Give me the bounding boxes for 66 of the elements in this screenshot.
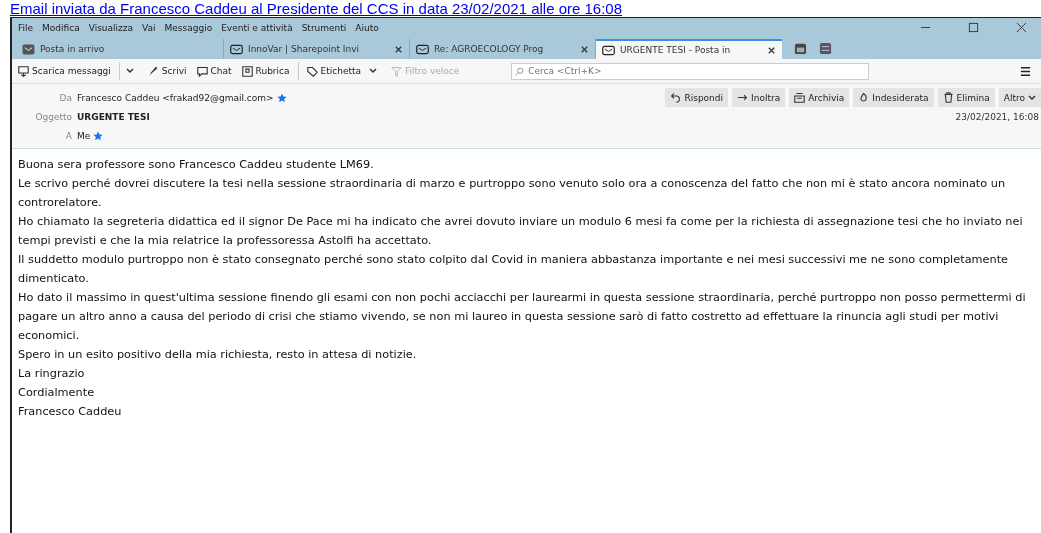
speech-bubble-icon — [196, 65, 208, 77]
tag-icon — [306, 65, 318, 77]
action-button[interactable]: Rispondi — [665, 88, 729, 107]
action-button[interactable]: Indesiderata — [853, 88, 934, 107]
search-field[interactable]: Cerca <Ctrl+K> — [511, 62, 870, 80]
message-paragraph: Buona sera professore sono Francesco Caddeu studente LM69. — [18, 157, 375, 173]
menu-item[interactable]: Eventi e attività — [221, 22, 293, 33]
inbox-icon — [22, 43, 35, 55]
download-icon — [18, 65, 29, 77]
message-paragraph: Spero in un esito positivo della mia richiesta, resto in attesa di notizie. — [18, 347, 418, 363]
dropdown-caret-icon[interactable] — [125, 68, 134, 74]
trash-icon — [942, 92, 954, 103]
menu-item[interactable]: Strumenti — [301, 22, 347, 33]
close-icon[interactable] — [767, 45, 776, 55]
menu-item[interactable]: Aiuto — [355, 22, 379, 33]
close-icon[interactable] — [580, 44, 589, 54]
envelope-icon — [416, 43, 429, 55]
subject-text: URGENTE TESI — [77, 111, 150, 122]
message-paragraph: Ho dato il massimo in quest'ultima sessione finendo gli esami con non pochi acciacchi per laurearmi in questa sessione straordinaria, perché purtroppo non posso permettermi di pagare un altro anno a causa del periodo di crisi che stiamo vivendo, se non mi laureo in questa sessione sarò di fatto costretto ad effettuare la rinuncia agli studi per motivi economici. — [18, 290, 1027, 344]
message-date: 23/02/2021, 16:08 — [955, 111, 1039, 122]
toolbar-button[interactable]: Scrivi — [145, 65, 189, 77]
archive-box-icon — [794, 92, 806, 103]
envelope-icon — [602, 44, 615, 56]
message-paragraph: Ho chiamato la segreteria didattica ed il signor De Pace mi ha indicato che avrei dovuto inviare un modulo 6 mesi fa come per la richiesta di assegnazione tesi che ho inviato nei tempi previsti e che la mia relatrice la professoressa Astolfi ha accettato. — [18, 214, 1024, 249]
close-icon[interactable] — [1016, 22, 1027, 33]
caret-icon — [1028, 94, 1036, 101]
signature: Francesco Caddeu — [18, 404, 123, 420]
toolbar-button[interactable]: Scarica messaggi — [16, 65, 113, 77]
message-paragraph: Cordialmente — [18, 385, 96, 401]
menu-item[interactable]: File — [18, 22, 34, 33]
address-book-icon — [241, 65, 253, 77]
calendar-icon[interactable] — [794, 42, 807, 55]
menu-item[interactable]: Visualizza — [88, 22, 134, 33]
search-icon — [515, 66, 525, 76]
sender-address[interactable]: Francesco Caddeu <frakad92@gmail.com> — [77, 92, 274, 103]
maximize-icon[interactable] — [968, 22, 979, 33]
arrow-right-icon — [737, 92, 749, 103]
subject-label: Oggetto — [34, 111, 72, 122]
toolbar-button[interactable]: Rubrica — [239, 65, 292, 77]
flame-icon — [858, 92, 870, 103]
action-button[interactable]: Inoltra — [732, 88, 786, 107]
reply-icon — [670, 92, 682, 103]
task-list-icon[interactable] — [819, 42, 832, 55]
menu-item[interactable]: Modifica — [42, 22, 80, 33]
menu-icon[interactable] — [1020, 65, 1031, 77]
message-paragraph: Il suddetto modulo purtroppo non è stato consegnato perché sono stato colpito dal Covid in maniera abbastanza importante e nei mesi successivi me ne sono completamente dimenticato. — [18, 252, 1010, 287]
envelope-icon — [230, 43, 243, 55]
menu-item[interactable]: Vai — [142, 22, 156, 33]
tab[interactable]: URGENTE TESI - Posta in — [596, 39, 782, 59]
star-icon[interactable] — [276, 92, 287, 103]
message-paragraph: Le scrivo perché dovrei discutere la tesi nella sessione straordinaria di marzo e purtroppo sono venuto solo ora a conoscenza del fatto che non mi è stato ancora nominato un controrelatore. — [18, 176, 1007, 211]
close-icon[interactable] — [394, 44, 403, 54]
toolbar-button[interactable]: Etichetta — [304, 65, 363, 77]
from-label: Da — [58, 92, 72, 103]
to-label: A — [64, 130, 72, 141]
menu-item[interactable]: Messaggio — [164, 22, 213, 33]
dropdown-caret-icon[interactable] — [369, 68, 377, 74]
caption-link[interactable]: Email inviata da Francesco Caddeu al Presidente del CCS in data 23/02/2021 alle ore 16:08 — [0, 0, 1041, 17]
action-button[interactable]: Archivia — [789, 88, 850, 107]
filter-icon — [391, 65, 402, 77]
action-button[interactable]: Altro — [998, 88, 1041, 107]
star-icon[interactable] — [93, 130, 104, 141]
action-button[interactable]: Elimina — [937, 88, 995, 107]
toolbar-button[interactable]: Chat — [194, 65, 234, 77]
message-paragraph: La ringrazio — [18, 366, 86, 382]
recipient-name[interactable]: Me — [77, 130, 91, 141]
